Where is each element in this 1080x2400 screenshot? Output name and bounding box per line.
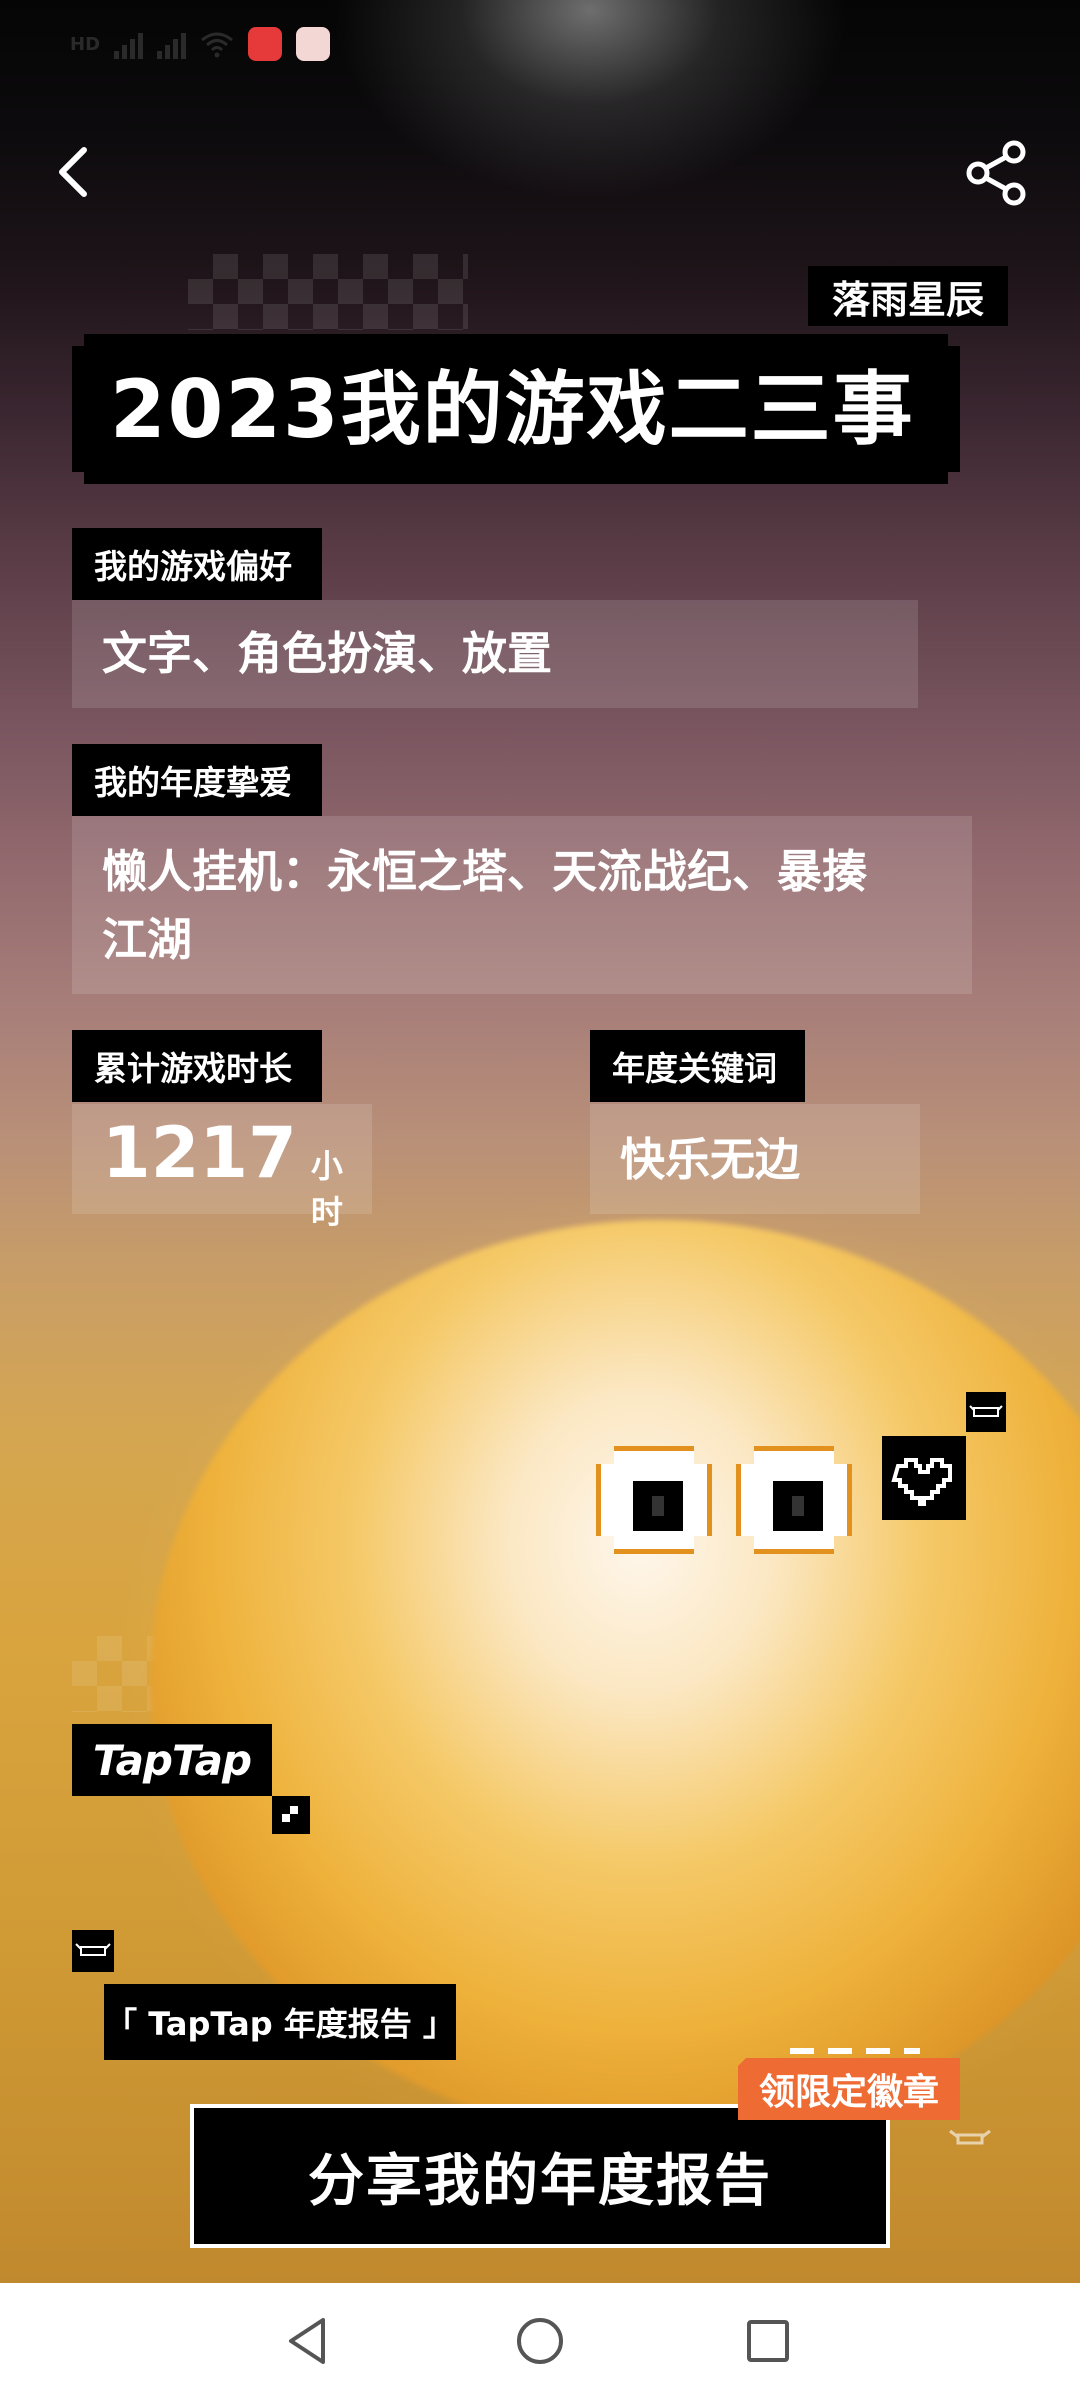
pixel-corner-decoration (272, 1796, 310, 1834)
taptap-logo: TapTap (72, 1724, 272, 1796)
playtime-unit: 小时 (310, 1147, 343, 1231)
report-tag: 「 TapTap 年度报告 」 (104, 1984, 456, 2060)
playtime-label: 累计游戏时长 (72, 1030, 322, 1102)
hd-indicator: HD (70, 33, 101, 55)
preference-panel: 文字、角色扮演、放置 (72, 600, 918, 708)
nav-back-button[interactable] (268, 2305, 348, 2377)
pixel-checker-decoration (188, 254, 468, 330)
signal-icon-1 (114, 29, 144, 59)
nav-home-button[interactable] (500, 2305, 580, 2377)
favorite-value-line1: 懒人挂机：永恒之塔、天流战纪、暴揍 (102, 845, 868, 898)
pixel-candy-icon (72, 1930, 114, 1972)
preference-value: 文字、角色扮演、放置 (102, 627, 553, 680)
square-recents-icon (747, 2320, 789, 2362)
status-bar: HD (70, 20, 331, 68)
circle-home-icon (517, 2318, 563, 2364)
spotlight-glow (330, 0, 850, 200)
nav-recents-button[interactable] (728, 2305, 808, 2377)
triangle-back-icon (289, 2318, 325, 2364)
playtime-value: 1217 (102, 1112, 297, 1194)
page-title: 2023我的游戏二三事 (110, 363, 915, 456)
pixel-candy-icon (946, 2118, 994, 2160)
keyword-label: 年度关键词 (590, 1030, 805, 1102)
signal-icon-2 (157, 29, 187, 59)
report-screen: HD 落雨星辰 2023我的游戏二三事 我的游戏偏好 文字、角色扮演、放置 我的… (0, 0, 1080, 2283)
limited-badge-tag[interactable]: 领限定徽章 (738, 2058, 960, 2120)
share-icon[interactable] (962, 138, 1032, 208)
wifi-icon (201, 32, 233, 58)
pixel-candy-icon (966, 1392, 1006, 1432)
system-nav-bar (0, 2283, 1080, 2400)
preference-label: 我的游戏偏好 (72, 528, 322, 600)
heart-icon (882, 1436, 966, 1520)
pixel-dash-decoration (790, 2048, 920, 2054)
huawei-appgallery-icon (248, 27, 283, 61)
username-badge: 落雨星辰 (808, 266, 1009, 326)
chevron-left-icon[interactable] (46, 138, 106, 206)
share-report-button[interactable]: 分享我的年度报告 (190, 2104, 890, 2248)
gift-box-icon (296, 27, 331, 61)
playtime-panel: 1217 小时 (72, 1104, 372, 1231)
favorite-value-line2: 江湖 (102, 913, 193, 966)
favorite-panel: 懒人挂机：永恒之塔、天流战纪、暴揍 江湖 (72, 816, 972, 994)
favorite-label: 我的年度挚爱 (72, 744, 322, 816)
